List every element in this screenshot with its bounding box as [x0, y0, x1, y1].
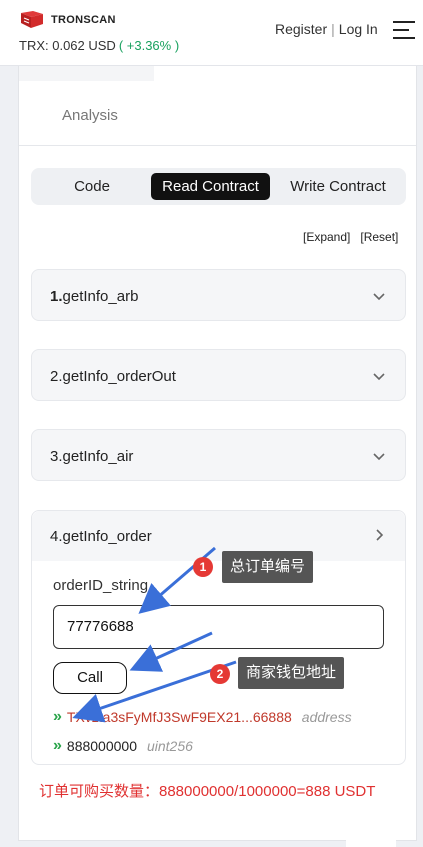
auth-separator: | [331, 21, 335, 37]
tab-strip [19, 66, 154, 81]
chevron-down-icon[interactable] [373, 450, 385, 462]
result-uint-value: 888000000 [66, 738, 137, 754]
result-type: address [301, 709, 352, 725]
expand-link[interactable]: [Expand] [303, 230, 350, 244]
segment-code[interactable]: Code [37, 173, 147, 200]
function-number: 2. [50, 368, 63, 385]
trx-price-label: TRX: 0.062 USD [19, 38, 116, 53]
contract-segment-control: Code Read Contract Write Contract [31, 168, 406, 205]
result-address-value[interactable]: TXvzta3sFyMfJ3SwF9EX21...66888 [67, 709, 292, 725]
tab-analysis[interactable]: Analysis [62, 107, 118, 124]
function-name: 2.getInfo_orderOut [50, 368, 176, 385]
annotation-badge-1: 1 [193, 557, 213, 577]
expand-reset-controls: [Expand] [Reset] [303, 230, 398, 244]
function-name: 1.getInfo_arb [50, 288, 138, 305]
menu-bar-1 [393, 21, 415, 23]
menu-bar-2 [393, 29, 409, 31]
function-label: getInfo_arb [62, 288, 139, 305]
annotation-badge-2: 2 [210, 664, 230, 684]
order-id-input[interactable]: 77776688 [53, 605, 384, 649]
trx-price: TRX: 0.062 USD( +3.36% ) [19, 38, 179, 53]
function-number: 1. [50, 288, 63, 305]
result-arrow-icon: » [53, 708, 62, 725]
register-link[interactable]: Register [275, 21, 327, 37]
function-row-expanded: 4.getInfo_order orderID_string 77776688 … [31, 510, 406, 765]
result-type: uint256 [146, 738, 193, 754]
tronscan-logo-icon [21, 11, 43, 28]
function-number: 4. [50, 528, 63, 545]
chevron-right-icon[interactable] [373, 529, 385, 541]
function-row[interactable]: 2.getInfo_orderOut [31, 349, 406, 401]
param-label: orderID_string [53, 577, 149, 594]
tronscan-logo[interactable]: TRONSCAN [19, 11, 116, 29]
login-link[interactable]: Log In [339, 21, 378, 37]
segment-write-contract[interactable]: Write Contract [275, 173, 401, 200]
annotation-tip-order-number: 总订单编号 [222, 551, 314, 583]
function-header[interactable]: 4.getInfo_order [32, 511, 405, 561]
function-row[interactable]: 1.getInfo_arb [31, 269, 406, 321]
function-name: 4.getInfo_order [50, 528, 152, 545]
result-arrow-icon: » [53, 737, 62, 754]
auth-links: Register | Log In [275, 21, 378, 37]
annotation-tip-merchant-wallet: 商家钱包地址 [238, 657, 345, 689]
call-button[interactable]: Call [53, 662, 127, 694]
hamburger-menu-icon[interactable] [393, 21, 415, 39]
result-row: » TXvzta3sFyMfJ3SwF9EX21...66888 address [53, 708, 352, 726]
function-row[interactable]: 3.getInfo_air [31, 429, 406, 481]
segment-read-contract[interactable]: Read Contract [151, 173, 270, 200]
result-row: » 888000000 uint256 [53, 737, 193, 755]
contract-card: Analysis Code Read Contract Write Contra… [18, 66, 417, 841]
function-label: getInfo_order [62, 528, 152, 545]
trx-price-change: ( +3.36% ) [118, 38, 180, 53]
reset-link[interactable]: [Reset] [360, 230, 398, 244]
tab-divider [19, 145, 416, 146]
function-label: getInfo_orderOut [62, 368, 176, 385]
order-quantity-note: 订单可购买数量：888000000/1000000=888 USDT [39, 783, 376, 800]
menu-bar-3 [393, 37, 415, 39]
function-name: 3.getInfo_air [50, 448, 133, 465]
bottom-corner-tab [346, 835, 396, 847]
chevron-down-icon[interactable] [373, 290, 385, 302]
function-label: getInfo_air [62, 448, 134, 465]
function-number: 3. [50, 448, 63, 465]
chevron-down-icon[interactable] [373, 370, 385, 382]
top-header: TRONSCAN TRX: 0.062 USD( +3.36% ) Regist… [0, 0, 423, 66]
brand-name: TRONSCAN [51, 14, 116, 26]
